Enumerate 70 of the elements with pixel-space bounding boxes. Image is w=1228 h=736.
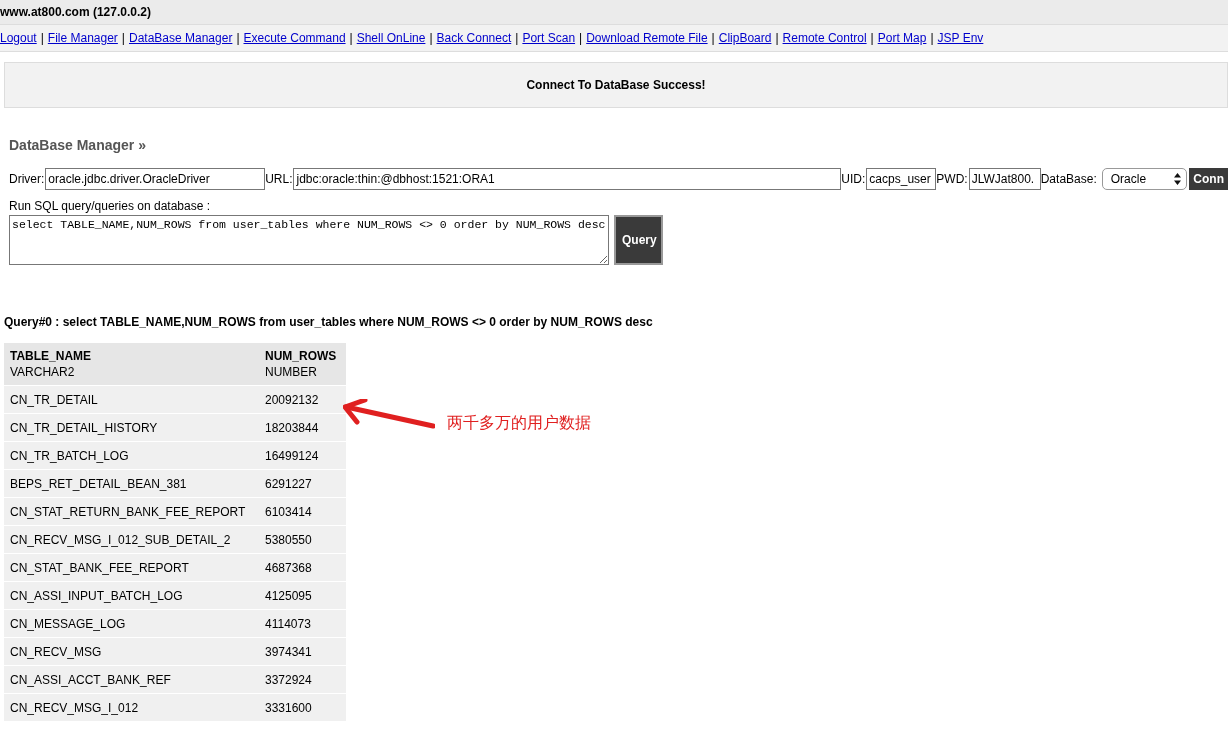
uid-field[interactable]: cacps_user — [866, 168, 937, 190]
nav-link[interactable]: Logout — [0, 31, 37, 45]
separator: | — [775, 31, 779, 45]
field-label: Driver: — [9, 172, 45, 186]
table-cell: CN_ASSI_INPUT_BATCH_LOG — [4, 581, 259, 610]
nav-link[interactable]: Remote Control — [782, 31, 867, 45]
stepper-icon — [1174, 173, 1182, 185]
sql-query-field[interactable]: select TABLE_NAME,NUM_ROWS from user_tables where NUM_ROWS <> 0 order by NUM_ROWS desc — [9, 215, 609, 265]
table-cell: 6103414 — [259, 497, 346, 526]
table-cell: CN_RECV_MSG — [4, 637, 259, 666]
table-cell: 4125095 — [259, 581, 346, 610]
field-label: UID: — [841, 172, 866, 186]
table-cell: 3372924 — [259, 665, 346, 694]
connect-button[interactable]: Conn — [1189, 168, 1228, 190]
table-cell: 4114073 — [259, 609, 346, 638]
table-cell: 3974341 — [259, 637, 346, 666]
query-button[interactable]: Query — [614, 215, 663, 265]
separator: | — [870, 31, 874, 45]
nav-link[interactable]: Shell OnLine — [356, 31, 426, 45]
driver-field[interactable]: oracle.jdbc.driver.OracleDriver — [45, 168, 266, 190]
table-cell: CN_STAT_BANK_FEE_REPORT — [4, 553, 259, 582]
table-cell: 5380550 — [259, 525, 346, 554]
field-label: PWD: — [936, 172, 968, 186]
table-cell: CN_TR_BATCH_LOG — [4, 441, 259, 470]
table-cell: CN_RECV_MSG_I_012 — [4, 693, 259, 721]
table-cell: CN_RECV_MSG_I_012_SUB_DETAIL_2 — [4, 525, 259, 554]
table-cell: 4687368 — [259, 553, 346, 582]
separator: | — [236, 31, 240, 45]
column-header: TABLE_NAME VARCHAR2 — [4, 343, 259, 386]
separator: | — [515, 31, 519, 45]
nav-link[interactable]: ClipBoard — [718, 31, 772, 45]
separator: | — [121, 31, 125, 45]
separator: | — [40, 31, 44, 45]
query-title: Query#0 : select TABLE_NAME,NUM_ROWS from user_tables where NUM_ROWS <> 0 order by NUM_ROWS desc — [4, 315, 654, 329]
table-cell: CN_MESSAGE_LOG — [4, 609, 259, 638]
separator: | — [711, 31, 715, 45]
separator: | — [579, 31, 583, 45]
nav-link[interactable]: DataBase Manager — [129, 31, 233, 45]
table-cell: 16499124 — [259, 441, 346, 470]
nav-link[interactable]: JSP Env — [937, 31, 984, 45]
url-field[interactable]: jdbc:oracle:thin:@dbhost:1521:ORA1 — [293, 168, 842, 190]
nav-link[interactable]: Port Map — [877, 31, 927, 45]
table-cell: 20092132 — [259, 385, 346, 414]
database-select[interactable]: Oracle — [1101, 168, 1188, 190]
nav-link[interactable]: Download Remote File — [586, 31, 708, 45]
table-cell: CN_STAT_RETURN_BANK_FEE_REPORT — [4, 497, 259, 526]
column-header: NUM_ROWS NUMBER — [259, 343, 346, 386]
field-label: URL: — [265, 172, 293, 186]
field-label: DataBase: — [1040, 172, 1097, 186]
nav-link[interactable]: Back Connect — [436, 31, 512, 45]
window-title: www.at800.com (127.0.0.2) — [0, 5, 151, 19]
table-cell: 18203844 — [259, 413, 346, 442]
table-cell: 3331600 — [259, 693, 346, 721]
separator: | — [349, 31, 353, 45]
table-cell: CN_TR_DETAIL_HISTORY — [4, 413, 259, 442]
annotation-text: 两千多万的用户数据 — [447, 413, 591, 433]
sql-label: Run SQL query/queries on database : — [9, 199, 212, 213]
table-cell: 6291227 — [259, 469, 346, 498]
password-field[interactable]: JLWJat800. — [968, 168, 1041, 190]
table-cell: CN_ASSI_ACCT_BANK_REF — [4, 665, 259, 694]
nav-link[interactable]: File Manager — [47, 31, 118, 45]
success-message: Connect To DataBase Success! — [526, 78, 706, 92]
arrow-icon — [343, 399, 435, 429]
separator: | — [930, 31, 934, 45]
section-title: DataBase Manager » — [9, 137, 147, 153]
table-cell: BEPS_RET_DETAIL_BEAN_381 — [4, 469, 259, 498]
separator: | — [429, 31, 433, 45]
nav-link[interactable]: Execute Command — [243, 31, 346, 45]
nav-link[interactable]: Port Scan — [522, 31, 576, 45]
table-cell: CN_TR_DETAIL — [4, 385, 259, 414]
